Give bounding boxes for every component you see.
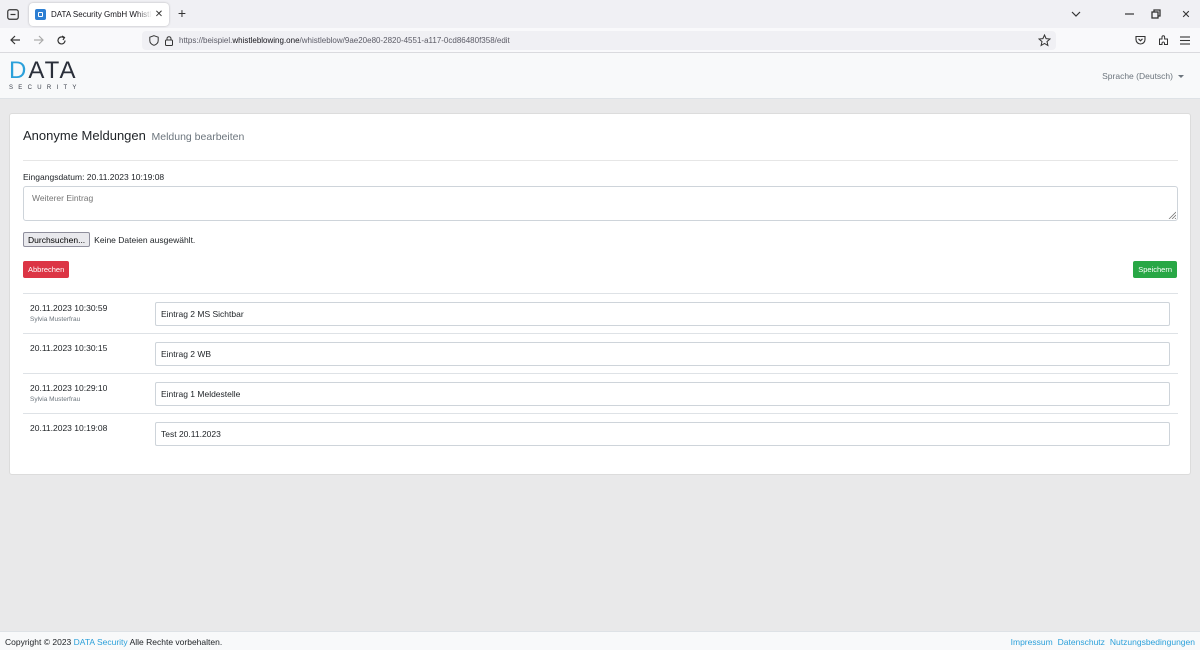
language-dropdown[interactable]: Sprache (Deutsch)	[1102, 71, 1184, 81]
tab-title: DATA Security GmbH Whistleblowing	[51, 10, 152, 19]
app-header: D ATA SECURITY Sprache (Deutsch)	[0, 53, 1200, 99]
entry-text-field[interactable]: Eintrag 2 WB	[155, 342, 1170, 366]
list-item: 20.11.2023 10:19:08 Test 20.11.2023	[23, 413, 1178, 453]
bookmark-star-icon[interactable]	[1038, 34, 1051, 47]
close-window-icon[interactable]: ✕	[1178, 6, 1194, 22]
list-item: 20.11.2023 10:30:59 Sylvia Musterfrau Ei…	[23, 293, 1178, 333]
back-icon[interactable]	[8, 33, 22, 47]
tab-list-icon[interactable]	[6, 7, 20, 21]
pocket-icon[interactable]	[1133, 33, 1147, 47]
url-prefix: https://beispiel.	[179, 36, 233, 45]
reload-icon[interactable]	[54, 33, 68, 47]
save-button[interactable]: Speichern	[1133, 261, 1177, 278]
entry-author: Sylvia Musterfrau	[30, 316, 81, 323]
entry-author: Sylvia Musterfrau	[30, 396, 81, 403]
copyright-prefix: Copyright © 2023	[5, 637, 72, 647]
page-title-text: Anonyme Meldungen	[23, 128, 146, 143]
file-upload: Durchsuchen... Keine Dateien ausgewählt.	[23, 232, 195, 247]
browse-files-button[interactable]: Durchsuchen...	[23, 232, 91, 247]
site-favicon-icon	[35, 9, 46, 20]
entry-date: 20.11.2023 10:19:08	[30, 423, 108, 433]
chevron-down-icon[interactable]	[1068, 6, 1084, 22]
title-divider	[23, 160, 1178, 161]
report-card: Anonyme Meldungen Meldung bearbeiten Ein…	[9, 113, 1191, 475]
list-item: 20.11.2023 10:30:15 Eintrag 2 WB	[23, 333, 1178, 373]
close-tab-icon[interactable]: ✕	[152, 8, 166, 22]
lock-icon[interactable]	[165, 35, 173, 46]
caret-down-icon	[1178, 74, 1184, 78]
minimize-icon[interactable]	[1121, 6, 1137, 22]
logo-letters-ata: ATA	[28, 57, 78, 84]
entry-date: 20.11.2023 10:30:15	[30, 343, 108, 353]
browser-tab[interactable]: DATA Security GmbH Whistleblowing ✕	[29, 3, 169, 26]
nutzungsbedingungen-link[interactable]: Nutzungsbedingungen	[1110, 637, 1195, 647]
impressum-link[interactable]: Impressum	[1011, 637, 1053, 647]
page-subtitle: Meldung bearbeiten	[151, 131, 245, 143]
url-host: whistleblowing.one	[232, 36, 300, 45]
entry-date: 20.11.2023 10:30:59	[30, 303, 108, 313]
copyright: Copyright © 2023 DATA Security Alle Rech…	[5, 637, 222, 647]
entry-text-field[interactable]: Eintrag 1 Meldestelle	[155, 382, 1170, 406]
entry-text-field[interactable]: Test 20.11.2023	[155, 422, 1170, 446]
received-date: Eingangsdatum: 20.11.2023 10:19:08	[23, 172, 165, 182]
new-tab-icon[interactable]: +	[175, 6, 189, 20]
hamburger-menu-icon[interactable]	[1178, 33, 1192, 47]
copyright-suffix: Alle Rechte vorbehalten.	[129, 637, 223, 647]
browser-tab-bar: DATA Security GmbH Whistleblowing ✕ + ✕	[0, 0, 1200, 28]
browser-nav-bar: https://beispiel. whistleblowing.one/whis…	[0, 28, 1200, 53]
extensions-icon[interactable]	[1156, 33, 1170, 47]
entry-list: 20.11.2023 10:30:59 Sylvia Musterfrau Ei…	[23, 293, 1178, 453]
forward-icon[interactable]	[31, 33, 45, 47]
language-label: Sprache (Deutsch)	[1102, 71, 1173, 81]
page-title: Anonyme Meldungen Meldung bearbeiten	[23, 128, 244, 143]
logo-letter-d: D	[9, 57, 29, 84]
url-path: /whistleblow/9ae20e80-2820-4551-a117-0cd…	[299, 36, 510, 45]
datenschutz-link[interactable]: Datenschutz	[1058, 637, 1105, 647]
tracking-shield-icon[interactable]	[149, 35, 159, 46]
new-entry-textarea[interactable]	[23, 186, 1178, 221]
logo-subtitle: SECURITY	[9, 85, 82, 91]
data-security-logo[interactable]: D ATA SECURITY	[9, 59, 79, 95]
file-status: Keine Dateien ausgewählt.	[94, 234, 196, 245]
page-footer: Copyright © 2023 DATA Security Alle Rech…	[0, 631, 1200, 650]
company-link[interactable]: DATA Security	[74, 637, 128, 647]
restore-icon[interactable]	[1148, 6, 1164, 22]
footer-links: Impressum Datenschutz Nutzungsbedingunge…	[1011, 637, 1195, 647]
cancel-button[interactable]: Abbrechen	[23, 261, 70, 278]
entry-text-field[interactable]: Eintrag 2 MS Sichtbar	[155, 302, 1170, 326]
address-bar[interactable]: https://beispiel. whistleblowing.one/whis…	[142, 31, 1056, 50]
entry-date: 20.11.2023 10:29:10	[30, 383, 108, 393]
resize-grip-icon[interactable]	[1168, 211, 1176, 219]
list-item: 20.11.2023 10:29:10 Sylvia Musterfrau Ei…	[23, 373, 1178, 413]
